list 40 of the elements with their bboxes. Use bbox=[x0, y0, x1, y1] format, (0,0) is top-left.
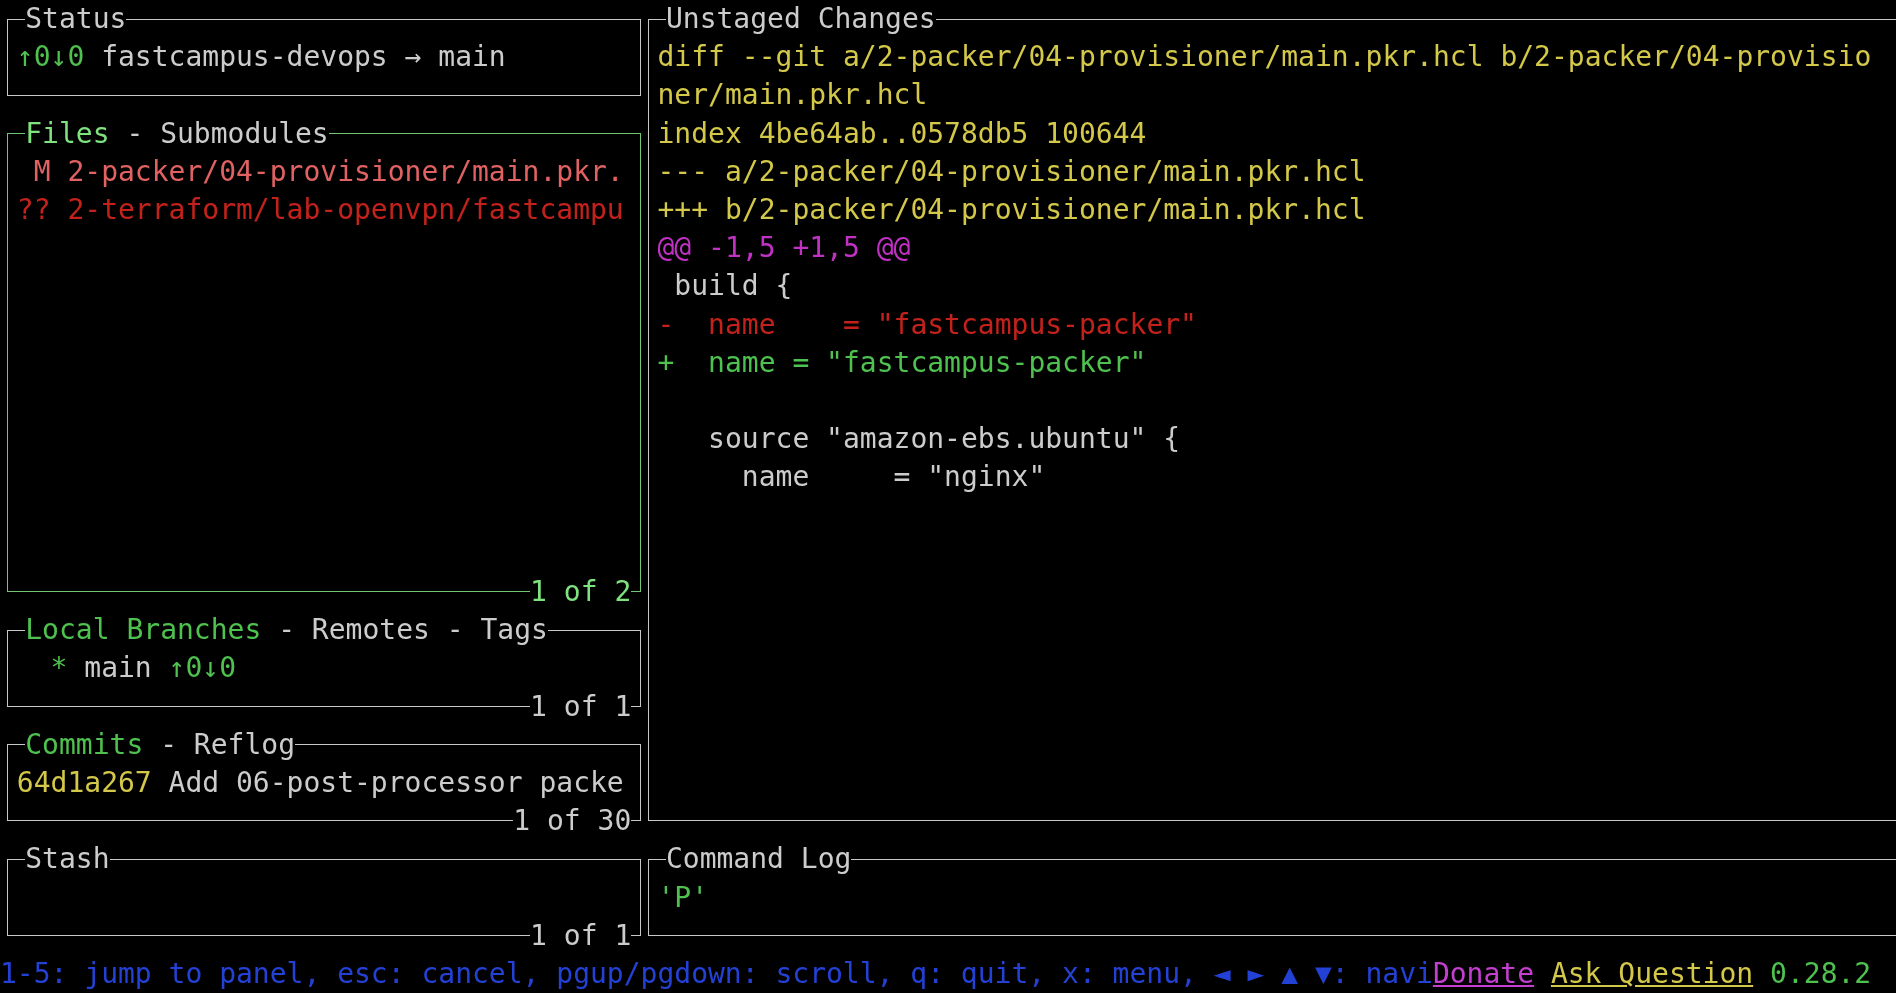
panel-tab[interactable]: Files bbox=[25, 116, 110, 150]
diff-line: @@ -1,5 +1,5 @@ bbox=[657, 231, 911, 265]
diff-line: source "amazon-ebs.ubuntu" { bbox=[707, 422, 1181, 456]
diff-line: name = "nginx" bbox=[740, 460, 1046, 494]
tab-separator: - bbox=[125, 116, 145, 150]
panel-tab[interactable]: Reflog bbox=[193, 727, 295, 761]
version-label: 0.28.2 bbox=[1770, 956, 1872, 992]
ask-question-link[interactable]: Ask Question bbox=[1550, 955, 1754, 993]
current-branch-marker: * bbox=[50, 651, 68, 685]
panel-tab[interactable]: Submodules bbox=[160, 116, 329, 150]
diff-line: + name = "fastcampus-packer" bbox=[657, 345, 1147, 379]
diff-line: ner/main.pkr.hcl bbox=[657, 78, 928, 112]
panel-title: Unstaged Changes bbox=[665, 2, 936, 35]
panel-tab[interactable]: Local Branches bbox=[25, 613, 262, 647]
tab-separator: - bbox=[159, 727, 178, 761]
panel-tab[interactable]: Commits bbox=[25, 727, 144, 761]
tracking-count: ↑0↓0 bbox=[16, 40, 85, 74]
panel-title: Status bbox=[25, 2, 127, 35]
diff-line: diff --git a/2-packer/04-provisioner/main.pkr.hcl b/2-packer/04-provisio bbox=[657, 40, 1872, 74]
tab-separator: - bbox=[277, 613, 296, 647]
diff-line: - name = "fastcampus-packer" bbox=[657, 307, 1197, 341]
diff-line: build { bbox=[673, 269, 793, 303]
commit-message[interactable]: Add 06-post-processor packe bbox=[168, 766, 624, 799]
file-row[interactable]: M 2-packer/04-provisioner/main.pkr. bbox=[16, 154, 624, 188]
commit-hash[interactable]: 64d1a267 bbox=[16, 766, 152, 799]
diff-line: --- a/2-packer/04-provisioner/main.pkr.hcl bbox=[657, 154, 1366, 188]
panel-tab[interactable]: Tags bbox=[480, 613, 548, 647]
diff-line: +++ b/2-packer/04-provisioner/main.pkr.hcl bbox=[657, 192, 1366, 226]
panel-title: Stash bbox=[25, 842, 110, 876]
branch-name[interactable]: main bbox=[84, 651, 152, 685]
repo-branch-label: fastcampus-devops → main bbox=[101, 40, 506, 74]
tab-separator: - bbox=[445, 613, 465, 647]
panel-tab[interactable]: Remotes bbox=[311, 613, 430, 647]
diff-line: index 4be64ab..0578db5 100644 bbox=[657, 116, 1147, 150]
panel-title: Command Log bbox=[665, 842, 852, 876]
file-row[interactable]: ?? 2-terraform/lab-openvpn/fastcampu bbox=[16, 193, 624, 226]
keybinding-hints: 1-5: jump to panel, esc: cancel, pgup/pgdown: scroll, q: quit, x: menu, ◄ ► ▲ ▼: navi bbox=[0, 956, 1433, 992]
donate-link[interactable]: Donate bbox=[1432, 955, 1535, 993]
tracking-count: ↑0↓0 bbox=[168, 651, 236, 685]
log-entry: 'P' bbox=[657, 880, 709, 914]
